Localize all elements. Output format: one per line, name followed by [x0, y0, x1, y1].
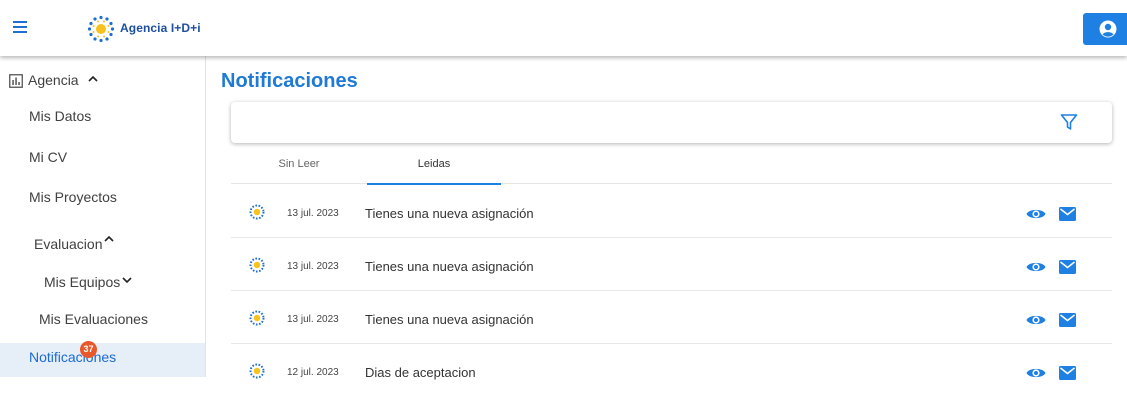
filter-icon[interactable] [1060, 113, 1078, 131]
eye-icon[interactable] [1026, 313, 1046, 327]
sidebar-item-evaluacion[interactable]: Evaluacion [0, 234, 205, 260]
user-icon [1099, 20, 1117, 38]
sidebar-item-agencia[interactable]: Agencia [0, 72, 205, 96]
notification-tabs: Sin Leer Leidas [231, 144, 1112, 185]
agencia-logo-icon [249, 310, 265, 326]
notification-date: 12 jul. 2023 [287, 367, 339, 378]
notification-row[interactable]: 13 jul. 2023 Tienes una nueva asignación [231, 238, 1112, 291]
sidebar-item-mis-evaluaciones[interactable]: Mis Evaluaciones [0, 311, 205, 335]
tab-sin-leer[interactable]: Sin Leer [232, 144, 366, 184]
notification-message: Tienes una nueva asignación [365, 206, 534, 221]
chevron-down-icon[interactable] [121, 275, 133, 285]
sidebar-item-label: Evaluacion [34, 236, 103, 252]
notification-date: 13 jul. 2023 [287, 314, 339, 325]
tab-leidas[interactable]: Leidas [367, 144, 501, 185]
chevron-up-icon[interactable] [103, 234, 115, 244]
sidebar-item-notificaciones[interactable]: Notificaciones 37 [0, 341, 205, 377]
brand-name: Agencia I+D+i [120, 21, 201, 35]
eye-icon[interactable] [1026, 207, 1046, 221]
notification-message: Tienes una nueva asignación [365, 312, 534, 327]
notification-date: 13 jul. 2023 [287, 208, 339, 219]
sidebar-item-label: Mis Evaluaciones [39, 311, 148, 327]
chart-icon [9, 74, 23, 88]
agencia-logo-icon [249, 204, 265, 220]
agencia-logo[interactable] [86, 14, 116, 44]
notification-message: Tienes una nueva asignación [365, 259, 534, 274]
filter-bar [231, 102, 1112, 143]
agencia-logo-icon [249, 257, 265, 273]
mail-icon[interactable] [1059, 207, 1076, 221]
mail-icon[interactable] [1059, 366, 1076, 380]
sidebar-item-label: Mis Proyectos [29, 189, 117, 205]
notification-message: Dias de aceptacion [365, 365, 476, 380]
notification-row[interactable]: 13 jul. 2023 Tienes una nueva asignación [231, 291, 1112, 344]
sidebar: Agencia Mis Datos Mi CV Mis Proyectos Ev… [0, 56, 206, 377]
mail-icon[interactable] [1059, 260, 1076, 274]
sidebar-item-label: Mis Equipos [44, 274, 121, 290]
notification-list: 13 jul. 2023 Tienes una nueva asignación… [231, 185, 1112, 397]
user-menu-button[interactable] [1083, 13, 1127, 45]
page-title: Notificaciones [221, 70, 358, 92]
sidebar-item-label: Mi CV [29, 149, 68, 165]
notification-date: 13 jul. 2023 [287, 261, 339, 272]
eye-icon[interactable] [1026, 260, 1046, 274]
agencia-logo-icon [249, 363, 265, 379]
mail-icon[interactable] [1059, 313, 1076, 327]
sidebar-item-mis-equipos[interactable]: Mis Equipos [0, 274, 205, 298]
notification-row[interactable]: 12 jul. 2023 Dias de aceptacion [231, 344, 1112, 397]
sidebar-item-label: Notificaciones [29, 349, 117, 365]
notification-row[interactable]: 13 jul. 2023 Tienes una nueva asignación [231, 185, 1112, 238]
sidebar-item-mis-proyectos[interactable]: Mis Proyectos [0, 189, 205, 213]
notification-count-badge: 37 [80, 341, 97, 358]
top-bar: Agencia I+D+i [0, 0, 1127, 56]
sidebar-item-label: Agencia [28, 72, 79, 88]
sidebar-item-label: Mis Datos [29, 108, 92, 124]
eye-icon[interactable] [1026, 366, 1046, 380]
sidebar-item-mi-cv[interactable]: Mi CV [0, 149, 205, 173]
menu-icon[interactable] [10, 20, 32, 36]
sidebar-item-mis-datos[interactable]: Mis Datos [0, 108, 205, 132]
chevron-up-icon[interactable] [87, 74, 99, 84]
